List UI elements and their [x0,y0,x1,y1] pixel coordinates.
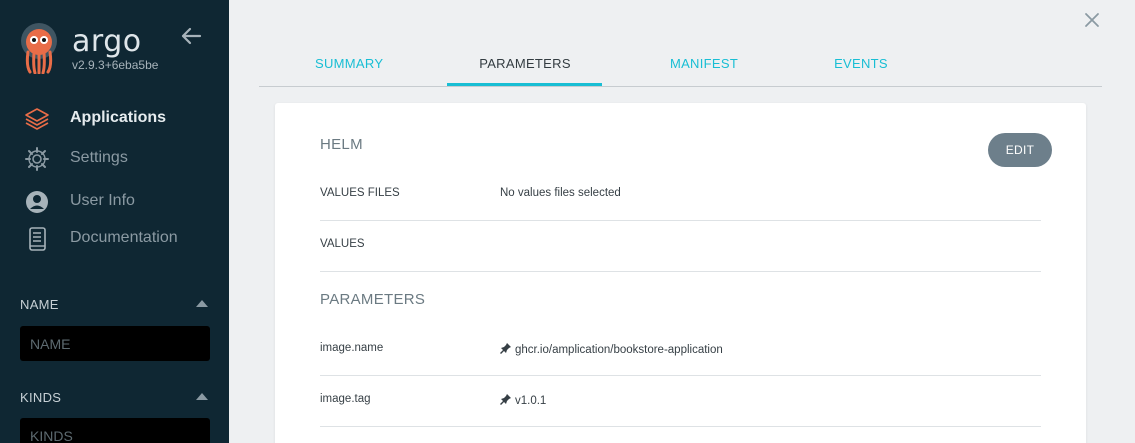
helm-section-title: HELM [320,136,363,153]
tab-manifest[interactable]: MANIFEST [665,56,743,71]
kinds-filter-input[interactable] [20,418,210,443]
values-files-label: VALUES FILES [320,187,400,199]
brand-version: v2.9.3+6eba5be [72,58,159,72]
parameter-key: image.name [320,342,384,354]
tab-events[interactable]: EVENTS [833,56,889,71]
sidebar-item-label: Applications [70,109,167,126]
parameter-row: image.tag v1.0.1 [320,376,1041,427]
tab-summary[interactable]: SUMMARY [315,56,383,71]
sidebar-item-user-info[interactable]: User Info [0,183,229,219]
name-filter-title: NAME [20,297,59,312]
kinds-filter-title: KINDS [20,390,62,405]
book-icon [29,227,46,251]
tab-bar: SUMMARY PARAMETERS MANIFEST EVENTS [259,44,1102,87]
name-filter-collapse-caret[interactable] [196,300,208,307]
brand-name: argo [72,24,142,59]
parameter-value-wrapper: ghcr.io/amplication/bookstore-applicatio… [500,342,723,356]
values-row: VALUES [320,221,1041,272]
argo-logo-icon [21,23,57,74]
sidebar: argo v2.9.3+6eba5be Applications Setting… [0,0,229,443]
values-files-value: No values files selected [500,187,621,199]
kinds-filter-collapse-caret[interactable] [196,393,208,400]
pin-icon [500,394,511,405]
parameters-section-title: PARAMETERS [320,291,426,308]
active-tab-indicator [447,83,602,86]
parameter-value: v1.0.1 [515,395,547,407]
tab-parameters[interactable]: PARAMETERS [469,56,581,71]
sidebar-item-applications[interactable]: Applications [0,100,229,136]
sidebar-item-documentation[interactable]: Documentation [0,220,229,256]
pin-icon [500,343,511,354]
gear-icon [25,147,49,171]
sidebar-item-label: Documentation [70,229,178,246]
parameter-value: ghcr.io/amplication/bookstore-applicatio… [515,344,723,356]
stack-icon [25,108,49,130]
parameter-value-wrapper: v1.0.1 [500,393,546,407]
parameter-key: image.tag [320,393,371,405]
parameters-panel: HELM EDIT VALUES FILES No values files s… [275,103,1086,443]
name-filter-input[interactable] [20,326,210,361]
sidebar-item-label: User Info [70,192,135,209]
values-files-row: VALUES FILES No values files selected [320,170,1041,221]
values-label: VALUES [320,238,365,250]
user-icon [26,191,48,213]
parameter-row: image.name ghcr.io/amplication/bookstore… [320,325,1041,376]
sidebar-item-label: Settings [70,149,128,166]
edit-button[interactable]: EDIT [988,133,1052,167]
arrow-left-icon[interactable] [178,24,204,48]
sidebar-item-settings[interactable]: Settings [0,140,229,176]
close-icon[interactable] [1083,11,1101,29]
